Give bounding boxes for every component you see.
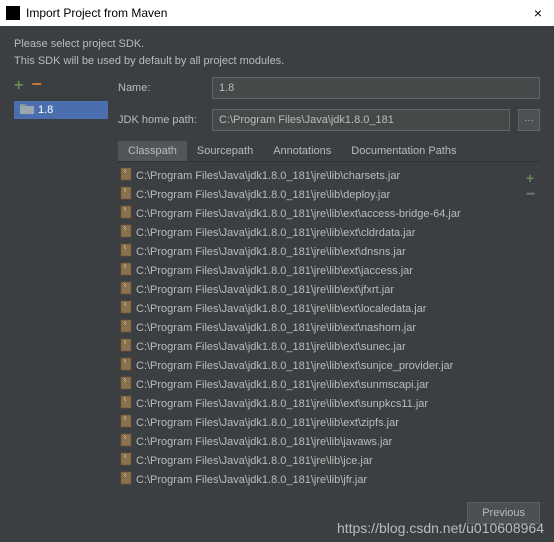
window-title: Import Project from Maven — [26, 6, 167, 20]
classpath-item-path: C:\Program Files\Java\jdk1.8.0_181\jre\l… — [136, 227, 415, 239]
tab-documentation-paths[interactable]: Documentation Paths — [341, 141, 466, 161]
remove-sdk-icon[interactable]: − — [31, 77, 42, 95]
archive-icon — [120, 357, 132, 374]
tabs: Classpath Sourcepath Annotations Documen… — [118, 141, 540, 162]
archive-icon — [120, 243, 132, 260]
instruction-line1: Please select project SDK. — [14, 36, 540, 53]
classpath-item-path: C:\Program Files\Java\jdk1.8.0_181\jre\l… — [136, 303, 426, 315]
classpath-item-path: C:\Program Files\Java\jdk1.8.0_181\jre\l… — [136, 436, 392, 448]
name-label: Name: — [118, 82, 204, 94]
sdk-item-selected[interactable]: 1.8 — [14, 101, 108, 119]
sdk-list-panel: + − 1.8 — [14, 77, 108, 486]
classpath-item-path: C:\Program Files\Java\jdk1.8.0_181\jre\l… — [136, 398, 428, 410]
instruction-line2: This SDK will be used by default by all … — [14, 53, 540, 70]
add-sdk-icon[interactable]: + — [14, 77, 23, 95]
archive-icon — [120, 414, 132, 431]
footer-buttons: Previous — [467, 502, 540, 524]
classpath-item-path: C:\Program Files\Java\jdk1.8.0_181\jre\l… — [136, 208, 461, 220]
sdk-item-label: 1.8 — [38, 104, 53, 116]
classpath-item[interactable]: C:\Program Files\Java\jdk1.8.0_181\jre\l… — [118, 242, 522, 261]
name-input[interactable] — [212, 77, 540, 99]
archive-icon — [120, 319, 132, 336]
classpath-item[interactable]: C:\Program Files\Java\jdk1.8.0_181\jre\l… — [118, 261, 522, 280]
classpath-item[interactable]: C:\Program Files\Java\jdk1.8.0_181\jre\l… — [118, 375, 522, 394]
classpath-item[interactable]: C:\Program Files\Java\jdk1.8.0_181\jre\l… — [118, 356, 522, 375]
instruction-text: Please select project SDK. This SDK will… — [14, 36, 540, 69]
archive-icon — [120, 167, 132, 184]
classpath-item[interactable]: C:\Program Files\Java\jdk1.8.0_181\jre\l… — [118, 223, 522, 242]
previous-button[interactable]: Previous — [467, 502, 540, 524]
archive-icon — [120, 224, 132, 241]
classpath-list[interactable]: C:\Program Files\Java\jdk1.8.0_181\jre\l… — [118, 166, 522, 486]
classpath-item[interactable]: C:\Program Files\Java\jdk1.8.0_181\jre\l… — [118, 204, 522, 223]
classpath-item-path: C:\Program Files\Java\jdk1.8.0_181\jre\l… — [136, 265, 413, 277]
classpath-item[interactable]: C:\Program Files\Java\jdk1.8.0_181\jre\l… — [118, 280, 522, 299]
archive-icon — [120, 300, 132, 317]
archive-icon — [120, 471, 132, 486]
remove-classpath-icon: − — [526, 190, 540, 200]
classpath-item-path: C:\Program Files\Java\jdk1.8.0_181\jre\l… — [136, 322, 416, 334]
classpath-item-path: C:\Program Files\Java\jdk1.8.0_181\jre\l… — [136, 170, 400, 182]
tab-classpath[interactable]: Classpath — [118, 141, 187, 161]
archive-icon — [120, 262, 132, 279]
add-classpath-icon[interactable]: + — [526, 170, 540, 186]
classpath-item-path: C:\Program Files\Java\jdk1.8.0_181\jre\l… — [136, 360, 453, 372]
classpath-item-path: C:\Program Files\Java\jdk1.8.0_181\jre\l… — [136, 474, 367, 486]
classpath-item[interactable]: C:\Program Files\Java\jdk1.8.0_181\jre\l… — [118, 451, 522, 470]
classpath-item[interactable]: C:\Program Files\Java\jdk1.8.0_181\jre\l… — [118, 185, 522, 204]
archive-icon — [120, 186, 132, 203]
classpath-item[interactable]: C:\Program Files\Java\jdk1.8.0_181\jre\l… — [118, 413, 522, 432]
classpath-item-path: C:\Program Files\Java\jdk1.8.0_181\jre\l… — [136, 417, 399, 429]
classpath-item[interactable]: C:\Program Files\Java\jdk1.8.0_181\jre\l… — [118, 166, 522, 185]
archive-icon — [120, 376, 132, 393]
classpath-item[interactable]: C:\Program Files\Java\jdk1.8.0_181\jre\l… — [118, 337, 522, 356]
classpath-item-path: C:\Program Files\Java\jdk1.8.0_181\jre\l… — [136, 189, 390, 201]
archive-icon — [120, 452, 132, 469]
tab-sourcepath[interactable]: Sourcepath — [187, 141, 263, 161]
tab-annotations[interactable]: Annotations — [263, 141, 341, 161]
classpath-item[interactable]: C:\Program Files\Java\jdk1.8.0_181\jre\l… — [118, 318, 522, 337]
browse-button[interactable]: ··· — [518, 109, 540, 131]
classpath-item-path: C:\Program Files\Java\jdk1.8.0_181\jre\l… — [136, 341, 406, 353]
close-icon[interactable]: × — [528, 5, 548, 21]
classpath-item-path: C:\Program Files\Java\jdk1.8.0_181\jre\l… — [136, 379, 429, 391]
jdk-home-label: JDK home path: — [118, 114, 204, 126]
archive-icon — [120, 205, 132, 222]
classpath-item[interactable]: C:\Program Files\Java\jdk1.8.0_181\jre\l… — [118, 394, 522, 413]
jdk-home-input[interactable] — [212, 109, 510, 131]
app-icon — [6, 6, 20, 20]
folder-icon — [20, 103, 34, 117]
classpath-item[interactable]: C:\Program Files\Java\jdk1.8.0_181\jre\l… — [118, 470, 522, 486]
archive-icon — [120, 395, 132, 412]
classpath-item[interactable]: C:\Program Files\Java\jdk1.8.0_181\jre\l… — [118, 299, 522, 318]
classpath-item-path: C:\Program Files\Java\jdk1.8.0_181\jre\l… — [136, 246, 406, 258]
archive-icon — [120, 338, 132, 355]
titlebar: Import Project from Maven × — [0, 0, 554, 26]
classpath-item[interactable]: C:\Program Files\Java\jdk1.8.0_181\jre\l… — [118, 432, 522, 451]
archive-icon — [120, 281, 132, 298]
classpath-item-path: C:\Program Files\Java\jdk1.8.0_181\jre\l… — [136, 284, 394, 296]
classpath-item-path: C:\Program Files\Java\jdk1.8.0_181\jre\l… — [136, 455, 373, 467]
archive-icon — [120, 433, 132, 450]
